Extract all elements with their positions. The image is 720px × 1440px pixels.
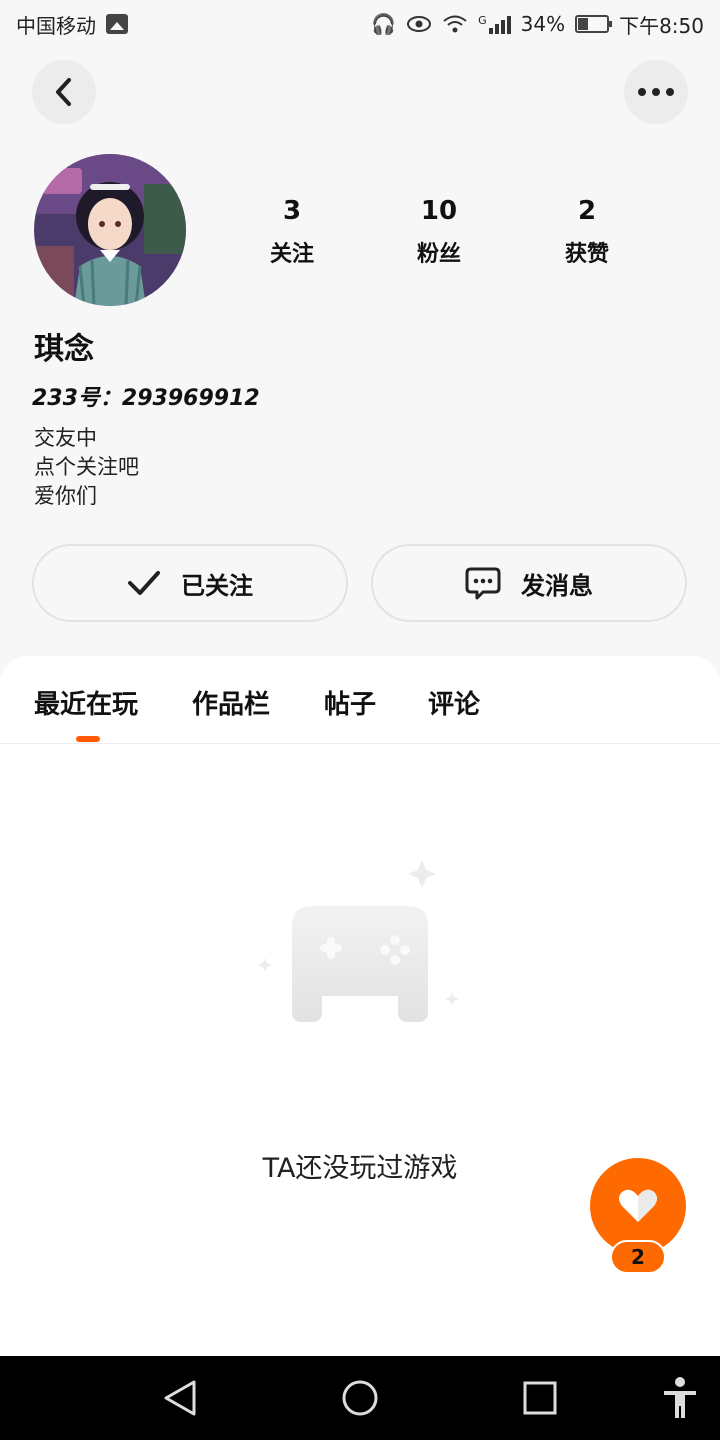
clock: 下午8:50 <box>619 13 704 38</box>
stat-label: 关注 <box>269 242 314 267</box>
status-bar: 中国移动 🎧 G 34% 下午8:50 <box>0 0 720 48</box>
tab-works[interactable]: 作品栏 <box>192 684 270 721</box>
status-right: 🎧 G 34% 下午8:50 <box>371 10 704 39</box>
eye-icon <box>407 16 432 32</box>
back-button[interactable] <box>32 60 96 124</box>
stat-value: 2 <box>577 196 597 226</box>
chevron-left-icon <box>56 78 71 106</box>
stat-following[interactable]: 3 关注 <box>237 196 347 268</box>
followed-button[interactable]: 已关注 <box>32 544 348 622</box>
stat-label: 获赞 <box>564 242 609 267</box>
stat-fans[interactable]: 10 粉丝 <box>384 196 494 268</box>
check-icon <box>128 571 160 595</box>
battery-percent: 34% <box>520 12 566 36</box>
bio-line: 点个关注吧 <box>34 455 139 479</box>
stat-likes[interactable]: 2 获赞 <box>532 196 642 268</box>
profile-name: 琪念 <box>34 332 94 367</box>
carrier-name: 中国移动 <box>16 13 96 38</box>
nav-home-button[interactable] <box>320 1356 400 1440</box>
more-button[interactable] <box>624 60 688 124</box>
avatar[interactable] <box>34 154 186 306</box>
headphones-icon: 🎧 <box>371 12 397 36</box>
like-count-badge: 2 <box>610 1240 666 1274</box>
nav-accessibility-button[interactable] <box>640 1356 720 1440</box>
tab-bar: 最近在玩 作品栏 帖子 评论 <box>0 656 720 744</box>
back-triangle-icon <box>164 1380 196 1416</box>
recents-square-icon <box>523 1381 557 1415</box>
profile-uid: 233号：293969912 <box>32 386 260 411</box>
heart-icon <box>619 1189 657 1222</box>
wifi-icon <box>443 15 467 33</box>
send-message-button[interactable]: 发消息 <box>371 544 687 622</box>
stat-value: 3 <box>282 196 302 226</box>
nav-back-button[interactable] <box>140 1356 220 1440</box>
signal-group: G <box>478 14 511 34</box>
send-message-label: 发消息 <box>521 571 593 600</box>
followed-label: 已关注 <box>181 571 253 600</box>
tab-recently-played[interactable]: 最近在玩 <box>34 684 138 721</box>
stat-label: 粉丝 <box>416 242 461 267</box>
signal-icon <box>488 14 511 34</box>
accessibility-icon <box>664 1377 696 1418</box>
gamepad-icon <box>258 860 459 1022</box>
avatar-image <box>34 154 186 306</box>
gallery-icon <box>106 14 128 34</box>
tab-posts[interactable]: 帖子 <box>324 684 376 721</box>
tab-comments[interactable]: 评论 <box>428 684 480 721</box>
stat-value: 10 <box>420 196 458 226</box>
network-type: G <box>478 14 487 27</box>
nav-recents-button[interactable] <box>500 1356 580 1440</box>
profile-bio: 交友中 点个关注吧 爱你们 <box>34 424 139 511</box>
active-tab-indicator <box>76 736 100 742</box>
home-circle-icon <box>342 1380 378 1416</box>
bio-line: 爱你们 <box>34 484 97 508</box>
bio-line: 交友中 <box>34 426 97 450</box>
more-dots-icon <box>638 88 674 96</box>
battery-icon <box>575 15 613 33</box>
system-nav-bar <box>0 1356 720 1440</box>
chat-bubble-icon <box>465 567 501 600</box>
